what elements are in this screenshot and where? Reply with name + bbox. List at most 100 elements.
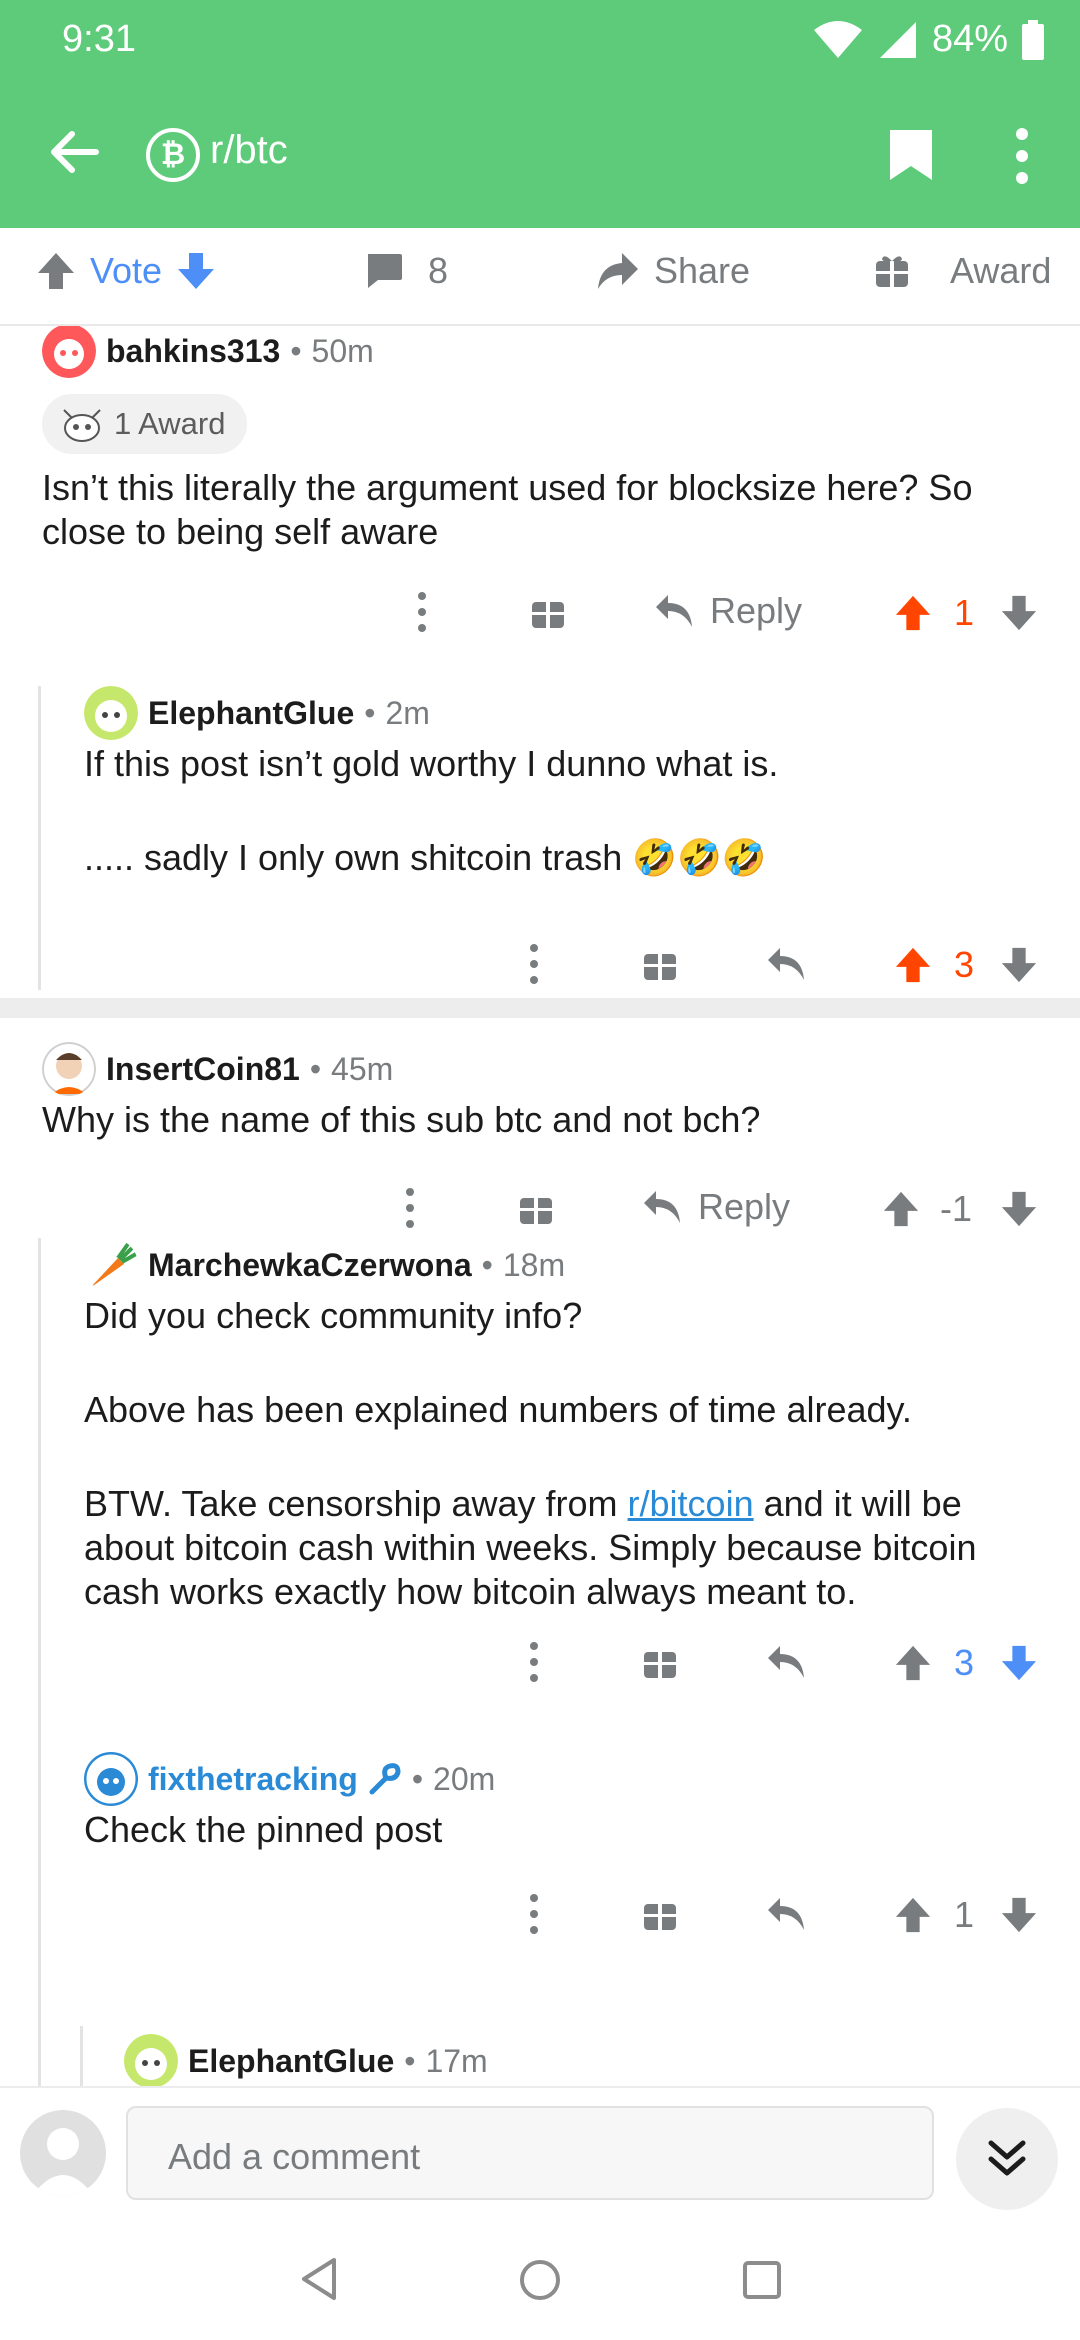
comment-dot: • bbox=[290, 332, 302, 369]
comment-bubble-icon bbox=[368, 254, 402, 288]
comment-dot: • bbox=[364, 694, 376, 731]
comment-dot: • bbox=[309, 1050, 322, 1087]
bookmark-icon[interactable] bbox=[888, 128, 934, 182]
reply-arrow-icon[interactable] bbox=[766, 1644, 806, 1680]
gift-icon bbox=[876, 256, 908, 287]
comment-score: 1 bbox=[954, 1894, 975, 1935]
avatar[interactable] bbox=[42, 326, 96, 378]
comment-time: 17m bbox=[425, 2042, 488, 2079]
upvote-icon[interactable] bbox=[894, 594, 932, 632]
comment-paragraph: If this post isn’t gold worthy I dunno w… bbox=[84, 743, 779, 784]
comment-paragraph: ..... sadly I only own shitcoin trash 🤣🤣… bbox=[84, 836, 1034, 880]
reply-arrow-icon[interactable] bbox=[766, 946, 806, 982]
share-icon bbox=[598, 253, 638, 289]
comment-paragraph: Above has been explained numbers of time… bbox=[84, 1389, 912, 1430]
comment-body: Why is the name of this sub btc and not … bbox=[42, 1099, 761, 1140]
more-options-icon[interactable] bbox=[524, 1884, 544, 1944]
reply-button[interactable]: Reply bbox=[654, 590, 802, 632]
comment-time: 2m bbox=[385, 694, 430, 731]
comment-actions: Reply 1 bbox=[0, 582, 1080, 642]
comment-dot: • bbox=[481, 1246, 493, 1283]
post-action-bar: Vote 8 Share Award bbox=[0, 228, 1080, 326]
comment-paragraph: BTW. Take censorship away from r/bitcoin… bbox=[84, 1482, 1034, 1614]
downvote-icon[interactable] bbox=[1000, 1896, 1038, 1934]
comment-time: 20m bbox=[433, 1760, 496, 1797]
comment-meta: fixthetracking • 20m bbox=[84, 1752, 495, 1806]
comment-dot: • bbox=[404, 2042, 416, 2079]
avatar[interactable] bbox=[124, 2034, 178, 2086]
upvote-icon[interactable] bbox=[894, 1644, 932, 1682]
upvote-icon[interactable] bbox=[894, 1896, 932, 1934]
carrot-avatar[interactable] bbox=[84, 1238, 138, 1292]
add-comment-input[interactable]: Add a comment bbox=[126, 2106, 934, 2200]
nav-recents-icon[interactable] bbox=[742, 2260, 782, 2300]
comment-time: 50m bbox=[311, 332, 374, 369]
gift-icon[interactable] bbox=[642, 1644, 678, 1680]
comment-time: 45m bbox=[331, 1050, 394, 1087]
comment-dot: • bbox=[411, 1760, 424, 1797]
comment-actions: 3 bbox=[0, 1632, 1080, 1692]
comment-list: bahkins313 • 50m 1 Award Isn’t this lite… bbox=[0, 326, 1080, 2086]
comment-score: 3 bbox=[954, 1642, 975, 1683]
downvote-icon[interactable] bbox=[1000, 1190, 1038, 1228]
reply-arrow-icon bbox=[644, 1191, 680, 1223]
jump-to-next-button[interactable] bbox=[956, 2108, 1058, 2210]
avatar[interactable] bbox=[84, 1752, 138, 1806]
award-snoo-icon bbox=[63, 409, 101, 442]
upvote-icon[interactable] bbox=[882, 1190, 920, 1228]
comment-meta: InsertCoin81 • 45m bbox=[42, 1042, 393, 1096]
gift-icon[interactable] bbox=[530, 594, 566, 630]
comment-meta: ElephantGlue • 17m bbox=[124, 2034, 488, 2086]
subreddit-icon[interactable]: ₿ bbox=[146, 128, 200, 182]
wifi-icon bbox=[813, 20, 862, 58]
comment-username[interactable]: fixthetracking bbox=[148, 1761, 358, 1798]
comment-actions: Reply -1 bbox=[0, 1178, 1080, 1238]
comment-actions: 3 bbox=[0, 934, 1080, 994]
downvote-icon[interactable] bbox=[1000, 946, 1038, 984]
avatar[interactable] bbox=[84, 686, 138, 740]
more-options-icon[interactable] bbox=[412, 582, 432, 642]
double-chevron-down-icon bbox=[988, 2140, 1026, 2176]
nav-back-icon[interactable] bbox=[298, 2256, 340, 2302]
avatar[interactable] bbox=[42, 1042, 96, 1096]
comment-username[interactable]: InsertCoin81 bbox=[106, 1051, 300, 1088]
overflow-menu-icon[interactable] bbox=[1012, 126, 1032, 186]
subreddit-link[interactable]: r/bitcoin bbox=[628, 1483, 754, 1524]
award-label: Award bbox=[950, 250, 1052, 291]
comment-time: 18m bbox=[502, 1246, 566, 1283]
signal-icon bbox=[879, 21, 916, 58]
back-arrow-icon[interactable] bbox=[44, 122, 104, 182]
reply-button[interactable]: Reply bbox=[642, 1186, 790, 1228]
share-button[interactable]: Share bbox=[596, 250, 750, 292]
comment-username[interactable]: MarchewkaCzerwona bbox=[148, 1247, 472, 1284]
user-avatar[interactable] bbox=[20, 2110, 106, 2196]
award-pill[interactable]: 1 Award bbox=[42, 394, 248, 454]
vote-control: Vote bbox=[36, 250, 216, 292]
comments-button[interactable]: 8 bbox=[364, 250, 448, 292]
nav-home-icon[interactable] bbox=[518, 2258, 562, 2302]
more-options-icon[interactable] bbox=[400, 1178, 420, 1238]
comment-username[interactable]: ElephantGlue bbox=[148, 695, 354, 732]
subreddit-name[interactable]: r/btc bbox=[210, 128, 288, 173]
more-options-icon[interactable] bbox=[524, 934, 544, 994]
more-options-icon[interactable] bbox=[524, 1632, 544, 1692]
comment-actions: 1 bbox=[0, 1884, 1080, 1944]
upvote-icon[interactable] bbox=[894, 946, 932, 984]
gift-icon[interactable] bbox=[518, 1190, 554, 1226]
downvote-icon[interactable] bbox=[1000, 594, 1038, 632]
upvote-icon[interactable] bbox=[36, 251, 76, 291]
reply-arrow-icon[interactable] bbox=[766, 1896, 806, 1932]
comment-meta: ElephantGlue • 2m bbox=[84, 686, 430, 740]
award-button[interactable]: Award bbox=[874, 250, 1051, 292]
comment-body: Isn’t this literally the argument used f… bbox=[42, 467, 973, 552]
comment-username[interactable]: bahkins313 bbox=[106, 333, 280, 370]
system-nav-bar bbox=[0, 2216, 1080, 2340]
comment-username[interactable]: ElephantGlue bbox=[188, 2043, 394, 2080]
gift-icon[interactable] bbox=[642, 1896, 678, 1932]
comment-composer: Add a comment bbox=[0, 2086, 1080, 2216]
downvote-icon[interactable] bbox=[1000, 1644, 1038, 1682]
gift-icon[interactable] bbox=[642, 946, 678, 982]
comment-score: 3 bbox=[954, 944, 975, 985]
downvote-icon[interactable] bbox=[176, 251, 216, 291]
comment-meta: MarchewkaCzerwona • 18m bbox=[84, 1238, 565, 1292]
